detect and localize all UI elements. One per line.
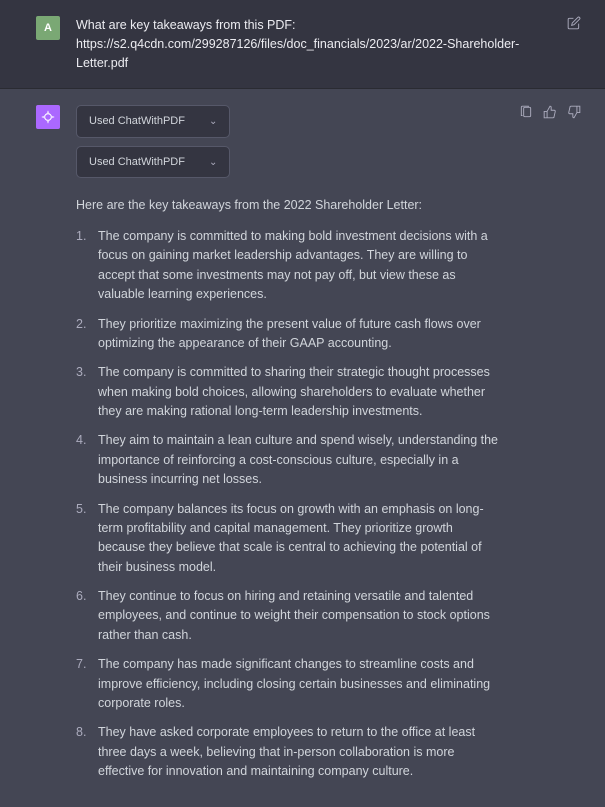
edit-button[interactable] <box>567 16 581 72</box>
avatar-letter: A <box>44 22 52 34</box>
user-avatar: A <box>36 16 60 40</box>
user-message: A What are key takeaways from this PDF: … <box>0 0 605 89</box>
assistant-message: Used ChatWithPDF ⌄ Used ChatWithPDF ⌄ He… <box>0 89 605 807</box>
openai-icon <box>40 109 56 125</box>
list-item: They continue to focus on hiring and ret… <box>76 587 503 645</box>
edit-icon <box>567 16 581 30</box>
thumbs-up-icon <box>543 105 557 119</box>
list-item: They have asked corporate employees to r… <box>76 723 503 781</box>
assistant-content: Used ChatWithPDF ⌄ Used ChatWithPDF ⌄ He… <box>76 105 503 791</box>
list-item: The company is committed to making bold … <box>76 227 503 305</box>
thumbs-down-button[interactable] <box>567 105 581 791</box>
plugin-label: Used ChatWithPDF <box>89 154 185 171</box>
list-item: The company balances its focus on growth… <box>76 500 503 578</box>
thumbs-down-icon <box>567 105 581 119</box>
clipboard-icon <box>519 105 533 119</box>
list-item: The company is committed to sharing thei… <box>76 363 503 421</box>
list-item: The company has made significant changes… <box>76 655 503 713</box>
user-text-line1: What are key takeaways from this PDF: <box>76 16 551 35</box>
user-text-line2: https://s2.q4cdn.com/299287126/files/doc… <box>76 35 551 73</box>
list-item: They aim to maintain a lean culture and … <box>76 431 503 489</box>
user-message-content: What are key takeaways from this PDF: ht… <box>76 16 551 72</box>
takeaways-list: The company is committed to making bold … <box>76 227 503 781</box>
copy-button[interactable] <box>519 105 533 791</box>
intro-text: Here are the key takeaways from the 2022… <box>76 196 503 215</box>
assistant-avatar <box>36 105 60 129</box>
chevron-down-icon: ⌄ <box>209 155 217 170</box>
plugin-used-pill-1[interactable]: Used ChatWithPDF ⌄ <box>76 105 230 138</box>
list-item: They prioritize maximizing the present v… <box>76 315 503 354</box>
message-actions <box>519 105 581 791</box>
chevron-down-icon: ⌄ <box>209 114 217 129</box>
thumbs-up-button[interactable] <box>543 105 557 791</box>
plugin-label: Used ChatWithPDF <box>89 113 185 130</box>
plugin-used-pill-2[interactable]: Used ChatWithPDF ⌄ <box>76 146 230 179</box>
